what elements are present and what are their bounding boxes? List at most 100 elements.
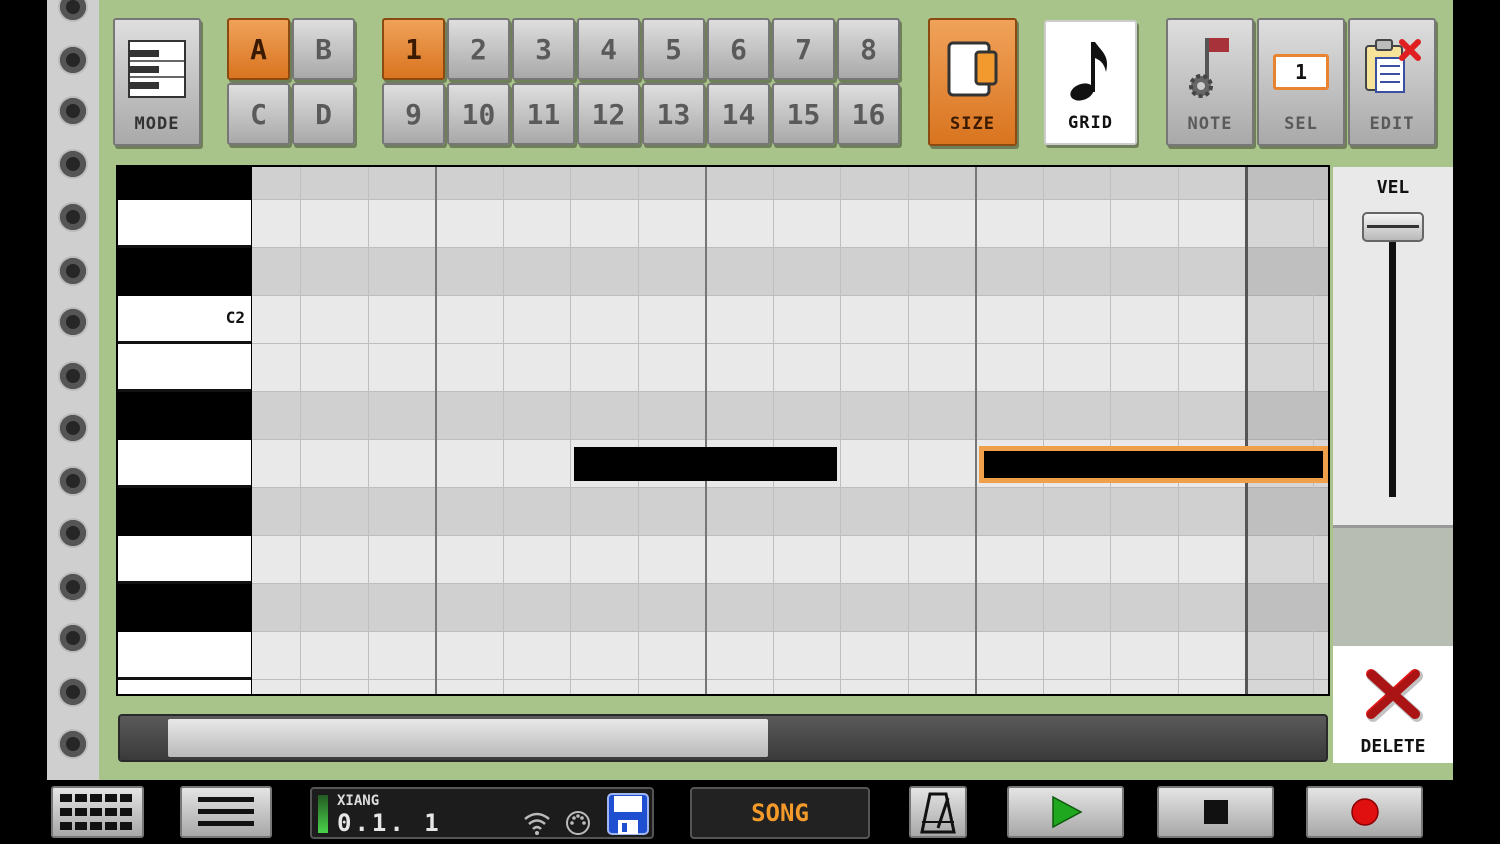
piano-key[interactable] [118, 392, 251, 440]
bar-line [435, 167, 437, 694]
note-label: NOTE [1187, 114, 1233, 134]
piano-key-c2[interactable]: C2 [118, 296, 251, 344]
binder-ring [60, 204, 86, 230]
piano-key[interactable] [118, 632, 251, 680]
bar-11-button[interactable]: 11 [512, 83, 575, 145]
stop-icon [1203, 800, 1228, 824]
grid-line [1110, 167, 1111, 694]
piano-key[interactable] [118, 536, 251, 584]
grid-line [1043, 167, 1044, 694]
grid-line [773, 167, 774, 694]
mode-label: MODE [134, 114, 180, 134]
grid-line [638, 167, 639, 694]
bar-14-button[interactable]: 14 [707, 83, 770, 145]
binder-ring [60, 625, 86, 651]
piano-key[interactable] [118, 584, 251, 632]
velocity-panel: VEL DELETE [1333, 167, 1453, 763]
piano-key[interactable] [118, 167, 251, 200]
grid-line [570, 167, 571, 694]
velocity-slider-track[interactable] [1389, 227, 1396, 497]
size-label: SIZE [950, 114, 995, 134]
grid-line [1313, 167, 1314, 694]
pattern-c-button[interactable]: C [227, 83, 290, 145]
bar-5-button[interactable]: 5 [642, 18, 705, 80]
note-button[interactable]: NOTE [1166, 18, 1254, 146]
bar-15-button[interactable]: 15 [772, 83, 835, 145]
binder-strip [47, 0, 99, 780]
mode-button[interactable]: MODE [113, 18, 201, 146]
grid-row [252, 167, 1328, 200]
bar-13-button[interactable]: 13 [642, 83, 705, 145]
note-settings-icon [1189, 38, 1229, 98]
hamburger-menu-icon [198, 797, 254, 826]
binder-ring [60, 98, 86, 124]
key-label: C2 [225, 308, 245, 327]
grid-row [252, 296, 1328, 344]
size-button[interactable]: SIZE [928, 18, 1017, 146]
edit-label: EDIT [1369, 114, 1415, 134]
note-grid[interactable] [252, 167, 1328, 694]
grid-button[interactable]: GRID [1044, 20, 1137, 145]
bar-1-button[interactable]: 1 [382, 18, 445, 80]
binder-ring [60, 258, 86, 284]
horizontal-scrollbar[interactable] [118, 714, 1328, 762]
bar-2-button[interactable]: 2 [447, 18, 510, 80]
bar-4-button[interactable]: 4 [577, 18, 640, 80]
binder-ring [60, 47, 86, 73]
grid-line [1178, 167, 1179, 694]
piano-key[interactable] [118, 200, 251, 248]
grid-label: GRID [1068, 113, 1113, 133]
midi-note-selected[interactable] [979, 446, 1328, 483]
bar-3-button[interactable]: 3 [512, 18, 575, 80]
grid-line [840, 167, 841, 694]
bar-6-button[interactable]: 6 [707, 18, 770, 80]
delete-button[interactable]: DELETE [1333, 646, 1453, 763]
bar-12-button[interactable]: 12 [577, 83, 640, 145]
piano-key[interactable] [118, 440, 251, 488]
sel-value-box: 1 [1273, 54, 1329, 90]
menu-button[interactable] [180, 786, 272, 838]
grid-row [252, 536, 1328, 584]
velocity-label: VEL [1376, 177, 1410, 198]
midi-note[interactable] [574, 447, 837, 481]
bar-16-button[interactable]: 16 [837, 83, 900, 145]
piano-key[interactable] [118, 680, 251, 694]
binder-ring [60, 731, 86, 757]
velocity-panel-spacer [1333, 525, 1453, 649]
binder-ring [60, 309, 86, 335]
grid-line [300, 167, 301, 694]
stop-button[interactable] [1157, 786, 1274, 838]
grid-row [252, 632, 1328, 680]
play-button[interactable] [1007, 786, 1124, 838]
velocity-slider-handle[interactable] [1362, 212, 1424, 242]
bar-9-button[interactable]: 9 [382, 83, 445, 145]
pattern-d-button[interactable]: D [292, 83, 355, 145]
pattern-b-button[interactable]: B [292, 18, 355, 80]
delete-x-icon [1366, 669, 1423, 722]
clipboard-delete-icon [1365, 39, 1421, 93]
piano-key[interactable] [118, 248, 251, 296]
grid-icon [59, 794, 132, 830]
metronome-button[interactable] [909, 786, 967, 838]
pad-grid-button[interactable] [51, 786, 144, 838]
midi-icon [566, 811, 590, 835]
transport-bar: XIANG 0.1. 1 SONG [47, 780, 1453, 844]
bar-10-button[interactable]: 10 [447, 83, 510, 145]
piano-keys-icon [128, 40, 186, 98]
pattern-a-button[interactable]: A [227, 18, 290, 80]
eighth-note-icon [1069, 42, 1107, 101]
bar-8-button[interactable]: 8 [837, 18, 900, 80]
record-button[interactable] [1306, 786, 1423, 838]
save-floppy-icon[interactable] [606, 792, 650, 836]
song-button[interactable]: SONG [690, 787, 870, 839]
bar-7-button[interactable]: 7 [772, 18, 835, 80]
edit-button[interactable]: EDIT [1348, 18, 1436, 146]
piano-key[interactable] [118, 344, 251, 392]
loop-end-line [1245, 167, 1248, 694]
grid-row [252, 200, 1328, 248]
piano-key[interactable] [118, 488, 251, 536]
sel-button[interactable]: 1 SEL [1257, 18, 1345, 146]
binder-ring [60, 679, 86, 705]
binder-ring [60, 468, 86, 494]
scrollbar-thumb[interactable] [168, 719, 768, 757]
